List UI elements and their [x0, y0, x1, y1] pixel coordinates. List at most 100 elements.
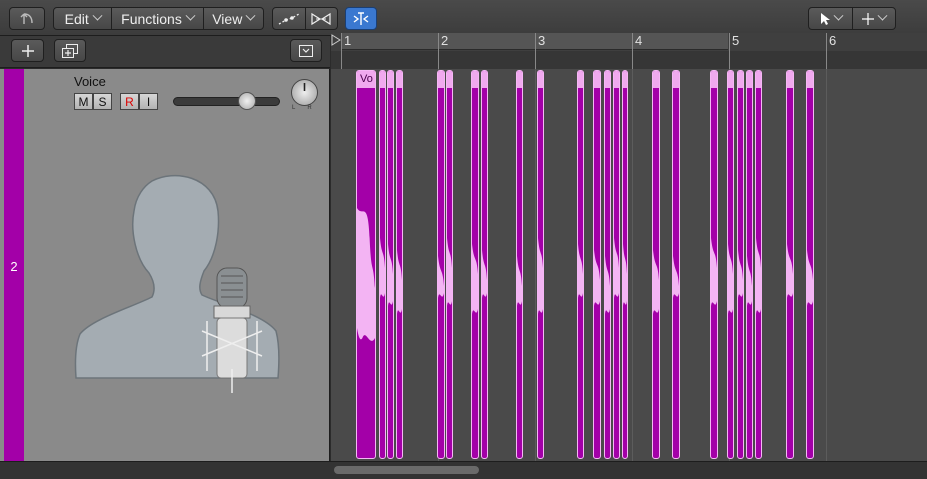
audio-region[interactable]: [396, 70, 403, 459]
back-arrow-icon: [20, 12, 33, 24]
bar-tick: [341, 33, 342, 69]
region-waveform: [605, 256, 610, 314]
region-header: [472, 71, 478, 88]
flex-time-icon: [311, 12, 332, 25]
audio-region[interactable]: [481, 70, 488, 459]
audio-region[interactable]: [746, 70, 753, 459]
volume-slider-knob[interactable]: [238, 92, 256, 110]
bar-ruler[interactable]: 1 2 3 4 5 6: [331, 33, 927, 69]
audio-region[interactable]: [577, 70, 584, 459]
audio-region[interactable]: [613, 70, 620, 459]
audio-region[interactable]: [437, 70, 445, 459]
horizontal-scrollbar[interactable]: [331, 461, 927, 479]
region-waveform: [747, 256, 752, 306]
audio-region[interactable]: [387, 70, 394, 459]
audio-region[interactable]: [622, 70, 628, 459]
duplicate-track-icon: [62, 43, 78, 58]
region-header: [438, 71, 444, 88]
region-header: [578, 71, 583, 88]
region-waveform: [807, 250, 813, 306]
view-menu[interactable]: View: [202, 8, 263, 29]
catch-button[interactable]: [345, 7, 377, 30]
region-waveform: [787, 244, 793, 298]
pan-left-label: L: [292, 105, 308, 111]
chevron-down-icon: [833, 10, 844, 21]
automation-button[interactable]: [273, 8, 305, 29]
add-track-button[interactable]: [11, 39, 44, 62]
region-header: [594, 71, 600, 88]
audio-region[interactable]: [379, 70, 386, 459]
bar-number: 4: [635, 33, 643, 48]
audio-region[interactable]: [516, 70, 523, 459]
region-waveform: [438, 256, 444, 298]
track-name[interactable]: Voice: [74, 74, 106, 89]
chevron-down-icon: [185, 10, 196, 21]
region-waveform: [673, 256, 679, 298]
region-waveform: [653, 250, 659, 314]
solo-button[interactable]: S: [93, 93, 112, 110]
track-list-footer: [0, 461, 331, 479]
audio-region[interactable]: [786, 70, 794, 459]
region-header: [447, 71, 452, 88]
bar-tick: [729, 33, 730, 69]
region-waveform: [578, 244, 583, 298]
bar-tick: [535, 33, 536, 69]
region-waveform: [623, 244, 627, 306]
record-enable-button[interactable]: R: [120, 93, 139, 110]
audio-region[interactable]: [672, 70, 680, 459]
region-waveform: [357, 208, 375, 341]
bar-tick: [632, 33, 633, 69]
region-header: [397, 71, 402, 88]
pointer-tool-menu[interactable]: [809, 8, 852, 29]
audio-region[interactable]: [710, 70, 718, 459]
functions-menu[interactable]: Functions: [111, 8, 202, 29]
marquee-tool-menu[interactable]: [851, 8, 895, 29]
duplicate-track-button[interactable]: [54, 39, 86, 62]
track-buttons: M S R I: [74, 93, 158, 110]
menu-group: Edit Functions View: [53, 7, 264, 30]
audio-region[interactable]: [652, 70, 660, 459]
bar-number: 3: [538, 33, 546, 48]
pan-labels: LR: [292, 105, 324, 111]
region-waveform: [380, 238, 385, 298]
pan-indicator-icon: [303, 83, 306, 91]
region-waveform: [388, 244, 393, 306]
track-header[interactable]: 2 Voice M S R I LR: [0, 69, 330, 461]
region-waveform: [397, 250, 402, 314]
horizontal-scrollbar-thumb[interactable]: [334, 466, 479, 474]
functions-menu-label: Functions: [121, 10, 182, 27]
edit-menu-label: Edit: [64, 10, 89, 27]
audio-region[interactable]: [604, 70, 611, 459]
volume-slider[interactable]: [173, 92, 280, 110]
audio-region[interactable]: [593, 70, 601, 459]
region-header: [517, 71, 522, 88]
tracks-area[interactable]: Vo: [331, 69, 927, 461]
audio-region[interactable]: [446, 70, 453, 459]
back-button[interactable]: [9, 7, 45, 30]
collapse-button[interactable]: [290, 39, 322, 62]
mute-button[interactable]: M: [74, 93, 93, 110]
ruler-cycle-lane[interactable]: [331, 33, 927, 51]
region-waveform: [482, 250, 487, 298]
audio-region[interactable]: [755, 70, 762, 459]
bar-number: 1: [344, 33, 352, 48]
input-monitor-button[interactable]: I: [139, 93, 158, 110]
audio-region[interactable]: [471, 70, 479, 459]
audio-region[interactable]: [737, 70, 744, 459]
audio-region[interactable]: [806, 70, 814, 459]
region-header: [482, 71, 487, 88]
audio-region[interactable]: [727, 70, 734, 459]
region-waveform: [538, 238, 543, 314]
region-waveform: [728, 244, 733, 314]
flex-button[interactable]: [304, 8, 337, 29]
region-header: [653, 71, 659, 88]
audio-region[interactable]: [537, 70, 544, 459]
automation-curve-icon: [278, 12, 300, 25]
pan-knob[interactable]: [291, 79, 318, 106]
region-header: [380, 71, 385, 88]
audio-region[interactable]: Vo: [356, 70, 376, 459]
edit-menu[interactable]: Edit: [54, 8, 111, 29]
region-waveform: [517, 256, 522, 306]
region-waveform: [472, 244, 478, 314]
ruler-marker-lane[interactable]: [331, 51, 927, 69]
